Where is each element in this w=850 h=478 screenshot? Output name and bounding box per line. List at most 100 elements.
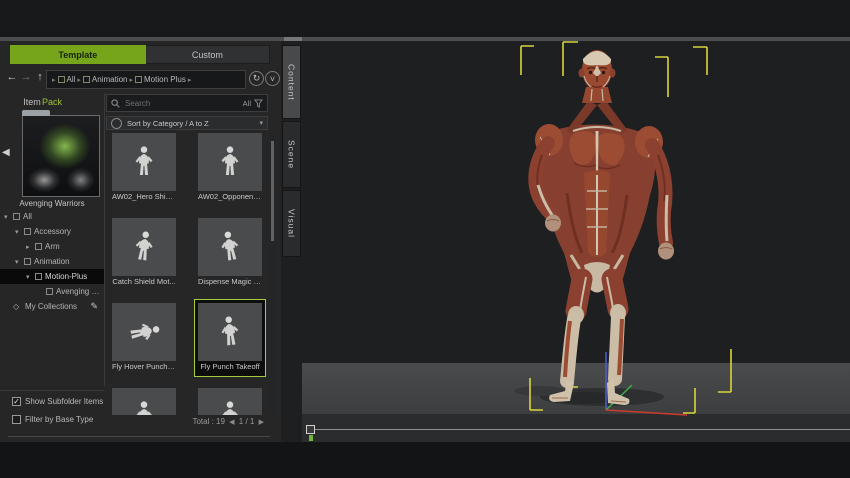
back-icon[interactable]: ← (6, 70, 18, 84)
page-indicator: 1 / 1 (239, 417, 255, 426)
search-scope-all[interactable]: All (243, 99, 251, 108)
timeline-scrubber[interactable] (312, 429, 850, 430)
motion-grid: AW02_Hero Shield... AW02_Opponent ... Catc… (104, 133, 268, 415)
window-bottom-strip (0, 442, 850, 478)
tab-visual[interactable]: Visual (282, 190, 301, 257)
library-view-tabs: Item Pack (0, 94, 104, 110)
all-box-icon (13, 213, 20, 220)
panel-horizontal-scrollbar[interactable] (8, 436, 270, 437)
content-manager-panel: Template Custom ← → ↑ ▸ All ▸ Animation … (0, 41, 282, 442)
filter-funnel-icon[interactable] (254, 99, 263, 108)
filter-base-checkbox[interactable]: ✓ Filter by Base Type (12, 415, 93, 424)
edit-collections-icon[interactable]: ✎ (90, 301, 98, 312)
tree-item-avenging-warriors[interactable]: Avenging Warriors (0, 284, 104, 299)
grid-item-dispense-magic-wi[interactable]: Dispense Magic Wi... (198, 218, 262, 288)
search-icon (111, 99, 120, 108)
forward-icon[interactable]: → (20, 70, 32, 84)
accessory-icon (24, 228, 31, 235)
tree-item-label: My Collections (25, 302, 77, 311)
pagination: Total : 19 ◀ 1 / 1 ▶ (104, 417, 266, 426)
motion-thumbnail[interactable] (198, 133, 262, 191)
sort-dropdown[interactable]: Sort by Category / A to Z ▾ (106, 116, 268, 130)
mannequin-icon (131, 142, 157, 182)
breadcrumb-item-all[interactable]: All (67, 75, 76, 84)
animation-icon (83, 76, 90, 83)
chevron-right-icon: ▸ (188, 76, 192, 84)
tab-content[interactable]: Content (282, 45, 301, 119)
breadcrumb-item-animation[interactable]: Animation (92, 75, 128, 84)
motion-thumbnail[interactable] (112, 388, 176, 415)
pack-name: Avenging Warriors (4, 199, 100, 208)
tab-custom[interactable]: Custom (146, 45, 270, 64)
breadcrumb-item-motion-plus[interactable]: Motion Plus (144, 75, 186, 84)
show-subfolder-checkbox[interactable]: ✓ Show Subfolder Items (12, 397, 103, 406)
motion-thumbnail[interactable] (112, 218, 176, 276)
mannequin-icon (131, 397, 157, 415)
grid-item-aw02-hero-shield[interactable]: AW02_Hero Shield... (112, 133, 176, 203)
tab-template[interactable]: Template (10, 45, 146, 64)
mannequin-icon (122, 315, 167, 349)
window-title-strip (0, 0, 850, 37)
folder-tree: ▾ All ▾ Accessory ▸Arm ▾ Animation ▾Motion-Plus… (0, 209, 104, 314)
tree-item-label: Accessory (34, 227, 71, 236)
search-input[interactable] (123, 98, 240, 109)
total-count: Total : 19 (192, 417, 224, 426)
motion-thumbnail[interactable] (198, 303, 262, 361)
tree-item-motion-plus[interactable]: ▾Motion-Plus (0, 269, 104, 284)
page-next-icon[interactable]: ▶ (259, 419, 264, 426)
motion-thumbnail[interactable] (112, 133, 176, 191)
checkbox-unchecked-icon[interactable]: ✓ (12, 415, 21, 424)
tab-item[interactable]: Item (0, 94, 64, 110)
show-subfolder-label: Show Subfolder Items (25, 397, 103, 406)
gizmo-x-axis[interactable] (606, 410, 687, 415)
breadcrumb[interactable]: ▸ All ▸ Animation ▸ Motion Plus ▸ (46, 70, 246, 89)
grid-item[interactable] (112, 388, 176, 415)
tree-item-accessory[interactable]: ▾ Accessory (0, 224, 104, 239)
tab-scene[interactable]: Scene (282, 121, 301, 188)
motion-label: Fly Punch Takeoff (198, 361, 262, 373)
tree-item-my-collections[interactable]: ◇My Collections✎ (0, 299, 104, 314)
tree-expander-icon[interactable]: ▾ (15, 228, 24, 236)
pack-thumbnail[interactable] (22, 115, 100, 197)
grid-scrollbar[interactable] (270, 133, 275, 415)
tree-item-all[interactable]: ▾ All (0, 209, 104, 224)
collapse-icon[interactable]: ˅ (265, 71, 280, 86)
timeline-start-marker (309, 435, 313, 441)
motion-thumbnail[interactable] (112, 303, 176, 361)
grid-item-fly-hover-punch-l[interactable]: Fly Hover Punch L... (112, 303, 176, 373)
ecorche-model[interactable] (470, 41, 730, 409)
checkbox-checked-icon[interactable]: ✓ (12, 397, 21, 406)
viewport-3d[interactable] (302, 41, 850, 442)
tree-expander-icon[interactable]: ▾ (26, 273, 35, 281)
grid-item-fly-punch-takeoff[interactable]: Fly Punch Takeoff (198, 303, 262, 373)
search-bar: All (106, 94, 268, 112)
all-folder-icon (58, 76, 65, 83)
grid-scrollbar-thumb[interactable] (271, 141, 274, 241)
tree-item-label: Animation (34, 257, 70, 266)
pack-prev-icon[interactable]: ◀ (2, 147, 10, 158)
tree-item-animation[interactable]: ▾ Animation (0, 254, 104, 269)
tree-expander-icon[interactable]: ▾ (15, 258, 24, 266)
motion-thumbnail[interactable] (198, 218, 262, 276)
tree-expander-icon[interactable]: ▾ (4, 213, 13, 221)
sort-order-icon[interactable] (111, 118, 122, 129)
motion-plus-icon (35, 273, 42, 280)
animation-icon (24, 258, 31, 265)
tree-item-label: All (23, 212, 32, 221)
tree-expander-icon[interactable]: ▸ (26, 243, 35, 251)
chevron-right-icon: ▸ (77, 76, 81, 84)
timeline-handle[interactable] (306, 425, 315, 434)
options-separator (0, 390, 104, 391)
mannequin-icon (215, 311, 245, 353)
grid-item[interactable] (198, 388, 262, 415)
page-prev-icon[interactable]: ◀ (229, 419, 234, 426)
tree-item-label: Avenging Warriors (56, 287, 104, 296)
motion-label: AW02_Opponent ... (198, 191, 262, 203)
side-tab-strip: Content Scene Visual (281, 41, 302, 442)
grid-item-aw02-opponent[interactable]: AW02_Opponent ... (198, 133, 262, 203)
tree-item-arm[interactable]: ▸Arm (0, 239, 104, 254)
up-icon[interactable]: ↑ (34, 70, 46, 84)
refresh-icon[interactable]: ↻ (249, 71, 264, 86)
motion-thumbnail[interactable] (198, 388, 262, 415)
grid-item-catch-shield-mot[interactable]: Catch Shield Mot... (112, 218, 176, 288)
